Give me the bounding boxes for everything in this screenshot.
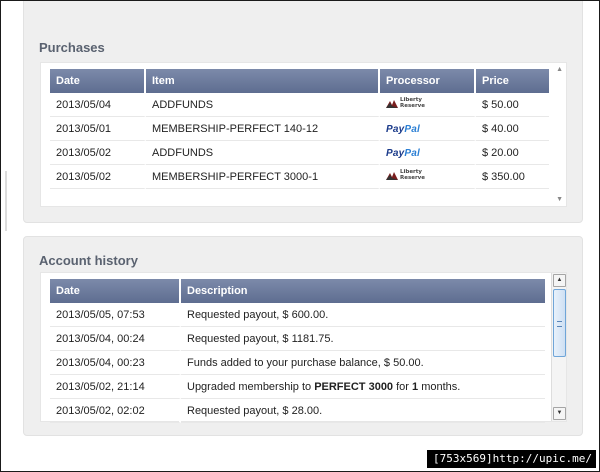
liberty-reserve-logo: Liberty Reserve bbox=[386, 169, 425, 181]
scroll-down-button[interactable]: ▼ bbox=[553, 407, 566, 420]
purchase-item: ADDFUNDS bbox=[146, 93, 380, 117]
history-row[interactable]: 2013/05/04, 00:23 Funds added to your pu… bbox=[50, 351, 545, 375]
col-description-header[interactable]: Description bbox=[181, 279, 545, 303]
liberty-reserve-icon bbox=[386, 100, 398, 108]
purchase-date: 2013/05/01 bbox=[50, 117, 146, 141]
col-date-header[interactable]: Date bbox=[50, 69, 146, 93]
history-table: Date Description 2013/05/05, 07:53 Reque… bbox=[50, 279, 545, 423]
paypal-logo: PayPal bbox=[386, 123, 421, 135]
scrollbar-thumb[interactable] bbox=[553, 289, 566, 357]
history-row[interactable]: 2013/05/04, 00:24 Requested payout, $ 11… bbox=[50, 327, 545, 351]
col-item-header[interactable]: Item bbox=[146, 69, 380, 93]
scroll-up-arrow-icon[interactable]: ▲ bbox=[556, 66, 563, 73]
purchases-panel: Purchases Date Item Processor Price 2013… bbox=[23, 1, 583, 223]
history-description: Requested payout, $ 28.00. bbox=[181, 399, 545, 423]
history-date: 2013/05/02, 02:02 bbox=[50, 399, 181, 423]
purchase-processor: Liberty Reserve bbox=[380, 165, 476, 189]
paypal-logo: PayPal bbox=[386, 147, 421, 159]
history-date: 2013/05/02, 21:14 bbox=[50, 375, 181, 399]
purchase-item: MEMBERSHIP-PERFECT 140-12 bbox=[146, 117, 380, 141]
purchase-price: $ 20.00 bbox=[476, 141, 549, 165]
purchase-item: MEMBERSHIP-PERFECT 3000-1 bbox=[146, 165, 380, 189]
purchases-title: Purchases bbox=[39, 40, 105, 55]
purchase-price: $ 40.00 bbox=[476, 117, 549, 141]
watermark: [753x569]http://upic.me/ bbox=[427, 450, 596, 468]
col-date-header[interactable]: Date bbox=[50, 279, 181, 303]
history-row[interactable]: 2013/05/05, 07:53 Requested payout, $ 60… bbox=[50, 303, 545, 327]
scroll-down-arrow-icon[interactable]: ▼ bbox=[556, 196, 563, 203]
history-scrollbar[interactable]: ▲ ▼ bbox=[551, 273, 566, 421]
purchase-row[interactable]: 2013/05/02 MEMBERSHIP-PERFECT 3000-1 Lib… bbox=[50, 165, 549, 189]
col-processor-header[interactable]: Processor bbox=[380, 69, 476, 93]
screenshot-frame: Purchases Date Item Processor Price 2013… bbox=[0, 0, 600, 472]
history-description: Funds added to your purchase balance, $ … bbox=[181, 351, 545, 375]
purchase-date: 2013/05/04 bbox=[50, 93, 146, 117]
scroll-up-button[interactable]: ▲ bbox=[553, 274, 566, 287]
purchase-price: $ 350.00 bbox=[476, 165, 549, 189]
left-edge-mark bbox=[5, 171, 7, 231]
history-description: Upgraded membership to PERFECT 3000 for … bbox=[181, 375, 545, 399]
history-row[interactable]: 2013/05/02, 02:02 Requested payout, $ 28… bbox=[50, 399, 545, 423]
purchase-processor: PayPal bbox=[380, 117, 476, 141]
account-history-panel: Account history Date Description 2013/05… bbox=[23, 236, 583, 436]
purchase-date: 2013/05/02 bbox=[50, 165, 146, 189]
history-description: Requested payout, $ 1181.75. bbox=[181, 327, 545, 351]
liberty-reserve-logo: Liberty Reserve bbox=[386, 97, 425, 109]
purchase-price: $ 50.00 bbox=[476, 93, 549, 117]
purchase-processor: Liberty Reserve bbox=[380, 93, 476, 117]
history-date: 2013/05/04, 00:24 bbox=[50, 327, 181, 351]
col-price-header[interactable]: Price bbox=[476, 69, 549, 93]
history-description: Requested payout, $ 600.00. bbox=[181, 303, 545, 327]
purchases-table: Date Item Processor Price 2013/05/04 ADD… bbox=[50, 69, 549, 189]
liberty-reserve-icon bbox=[386, 172, 398, 180]
purchase-item: ADDFUNDS bbox=[146, 141, 380, 165]
history-table-container[interactable]: Date Description 2013/05/05, 07:53 Reque… bbox=[40, 272, 567, 423]
purchases-table-container[interactable]: Date Item Processor Price 2013/05/04 ADD… bbox=[40, 62, 567, 207]
history-row[interactable]: 2013/05/02, 21:14 Upgraded membership to… bbox=[50, 375, 545, 399]
history-date: 2013/05/05, 07:53 bbox=[50, 303, 181, 327]
purchase-row[interactable]: 2013/05/01 MEMBERSHIP-PERFECT 140-12 Pay… bbox=[50, 117, 549, 141]
purchase-processor: PayPal bbox=[380, 141, 476, 165]
history-header-row: Date Description bbox=[50, 279, 545, 303]
history-date: 2013/05/04, 00:23 bbox=[50, 351, 181, 375]
purchase-row[interactable]: 2013/05/04 ADDFUNDS Liberty Reserve $ 50… bbox=[50, 93, 549, 117]
purchase-date: 2013/05/02 bbox=[50, 141, 146, 165]
purchases-header-row: Date Item Processor Price bbox=[50, 69, 549, 93]
account-history-title: Account history bbox=[39, 253, 138, 268]
purchase-row[interactable]: 2013/05/02 ADDFUNDS PayPal $ 20.00 bbox=[50, 141, 549, 165]
